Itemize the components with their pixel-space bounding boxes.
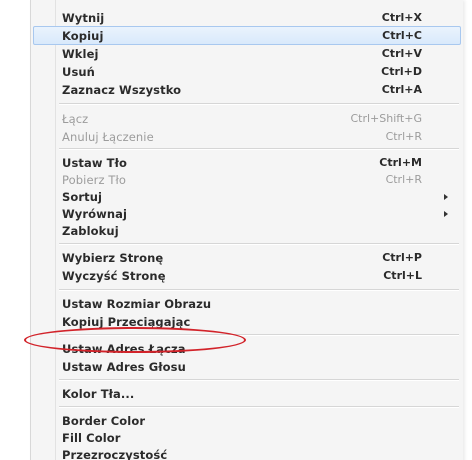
menu-item-shortcut: Ctrl+D	[381, 65, 422, 78]
menu-item-label: Kopiuj	[62, 29, 104, 43]
menu-item-shortcut: Ctrl+C	[382, 29, 422, 42]
menu-item-lock[interactable]: Zablokuj	[33, 221, 461, 240]
menu-item-label: Zaznacz Wszystko	[62, 83, 182, 97]
menu-item-group[interactable]: Łącz Ctrl+Shift+G	[33, 109, 461, 128]
submenu-arrow-icon	[444, 194, 448, 200]
menu-separator	[59, 379, 459, 381]
menu-item-ungroup[interactable]: Anuluj Łączenie Ctrl+R	[33, 127, 461, 146]
menu-item-label: Border Color	[62, 414, 146, 428]
menu-item-label: Zablokuj	[62, 224, 119, 238]
menu-item-shortcut: Ctrl+Shift+G	[350, 112, 422, 125]
menu-item-label: Wyrównaj	[62, 207, 128, 221]
menu-item-paste[interactable]: Wklej Ctrl+V	[33, 44, 461, 63]
menu-item-label: Wytnij	[62, 11, 105, 25]
menu-separator	[59, 334, 459, 336]
menu-item-label: Sortuj	[62, 190, 103, 204]
menu-item-label: Anuluj Łączenie	[62, 130, 154, 144]
menu-item-label: Wyczyść Stronę	[62, 269, 166, 283]
menu-item-shortcut: Ctrl+R	[385, 130, 422, 143]
menu-item-shortcut: Ctrl+L	[383, 269, 422, 282]
menu-item-set-link-address[interactable]: Ustaw Adres Łącza	[33, 339, 461, 358]
menu-item-set-image-size[interactable]: Ustaw Rozmiar Obrazu	[33, 294, 461, 313]
menu-item-shortcut: Ctrl+R	[385, 173, 422, 186]
submenu-arrow-icon	[444, 211, 448, 217]
menu-item-delete[interactable]: Usuń Ctrl+D	[33, 62, 461, 81]
menu-item-label: Pobierz Tło	[62, 173, 126, 187]
menu-item-select-all[interactable]: Zaznacz Wszystko Ctrl+A	[33, 80, 461, 99]
menu-item-select-page[interactable]: Wybierz Stronę Ctrl+P	[33, 248, 461, 267]
menu-item-label: Ustaw Tło	[62, 156, 127, 170]
menu-item-label: Wklej	[62, 47, 99, 61]
menu-item-label: Kopiuj Przeciągając	[62, 315, 191, 329]
menu-separator	[59, 148, 459, 150]
menu-item-cut[interactable]: Wytnij Ctrl+X	[33, 8, 461, 27]
menu-item-shortcut: Ctrl+X	[381, 11, 422, 24]
menu-item-copy-dragging[interactable]: Kopiuj Przeciągając	[33, 312, 461, 331]
menu-item-shortcut: Ctrl+M	[379, 156, 422, 169]
menu-item-shortcut: Ctrl+P	[382, 251, 422, 264]
menu-item-label: Przezroczystość	[62, 448, 168, 460]
menu-item-label: Kolor Tła...	[62, 387, 135, 401]
menu-separator	[59, 103, 459, 105]
menu-item-shortcut: Ctrl+A	[381, 83, 422, 96]
menu-item-label: Wybierz Stronę	[62, 251, 164, 265]
context-menu: Wytnij Ctrl+X Kopiuj Ctrl+C Wklej Ctrl+V…	[30, 0, 463, 460]
menu-item-clear-page[interactable]: Wyczyść Stronę Ctrl+L	[33, 266, 461, 285]
menu-item-label: Łącz	[62, 112, 89, 126]
menu-item-background-color[interactable]: Kolor Tła...	[33, 384, 461, 403]
menu-separator	[59, 289, 459, 291]
menu-item-label: Usuń	[62, 65, 95, 79]
menu-item-label: Ustaw Rozmiar Obrazu	[62, 297, 212, 311]
menu-item-copy[interactable]: Kopiuj Ctrl+C	[33, 26, 461, 45]
menu-separator	[59, 406, 459, 408]
menu-item-transparency[interactable]: Przezroczystość	[33, 445, 461, 460]
menu-item-set-voice-address[interactable]: Ustaw Adres Głosu	[33, 357, 461, 376]
menu-item-label: Ustaw Adres Głosu	[62, 360, 186, 374]
menu-item-shortcut: Ctrl+V	[381, 47, 422, 60]
menu-item-label: Ustaw Adres Łącza	[62, 342, 186, 356]
menu-item-label: Fill Color	[62, 431, 121, 445]
menu-separator	[59, 243, 459, 245]
screenshot-stage: Wytnij Ctrl+X Kopiuj Ctrl+C Wklej Ctrl+V…	[0, 0, 472, 460]
